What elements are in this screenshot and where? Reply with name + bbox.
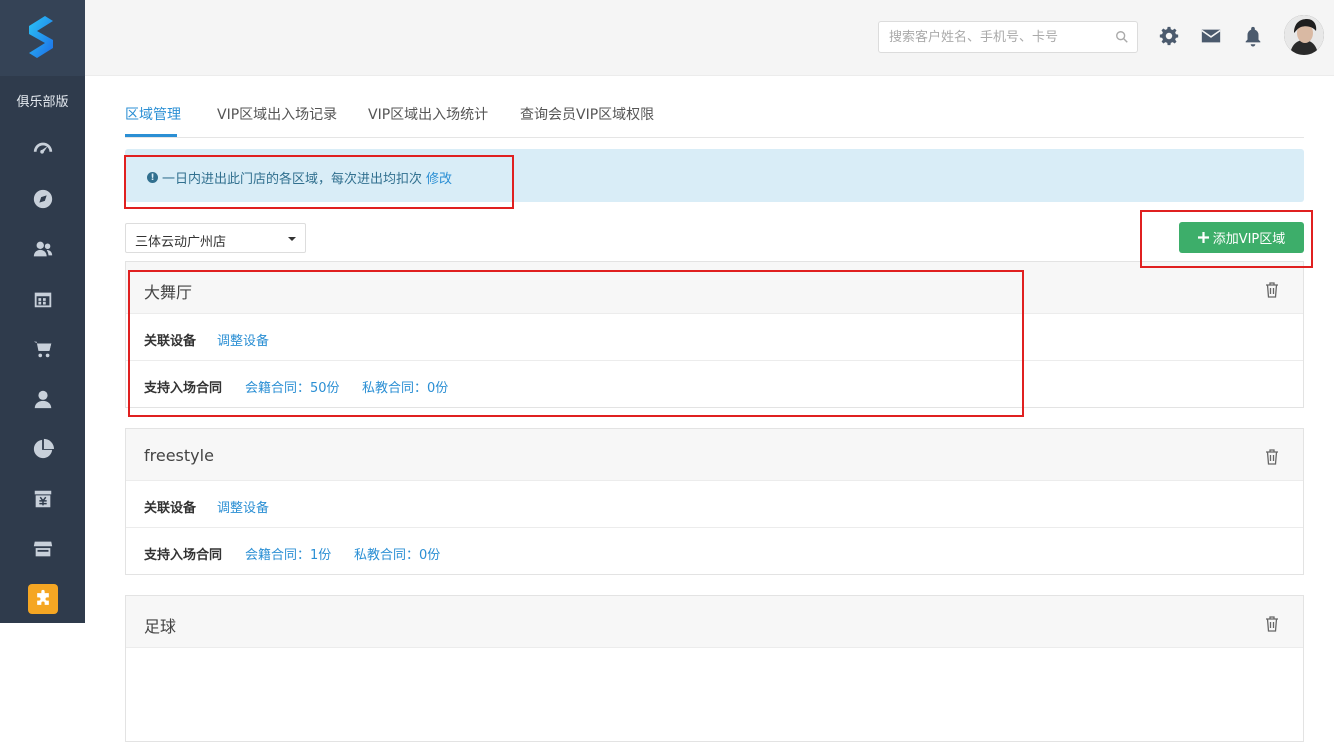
zone-contract-row: 支持入场合同 会籍合同：50份 私教合同：0份: [126, 361, 1303, 408]
main-content: 区域管理 VIP区域出入场记录 VIP区域出入场统计 查询会员VIP区域权限 !…: [125, 76, 1304, 742]
nav-finance[interactable]: [0, 474, 85, 524]
search-icon[interactable]: [1115, 30, 1129, 44]
cart-icon: [33, 341, 51, 358]
device-label: 关联设备: [144, 501, 197, 516]
contract-label: 支持入场合同: [144, 548, 223, 563]
notice-content: ! 一日内进出此门店的各区域，每次进出均扣次 修改: [147, 168, 452, 187]
tab-member-vip-permissions[interactable]: 查询会员VIP区域权限: [520, 104, 654, 124]
nav-store[interactable]: [0, 524, 85, 574]
nav-shop[interactable]: [0, 324, 85, 374]
zone-card: 大舞厅 关联设备 调整设备 支持入场合同 会籍合同：50份 私教合同：0份: [125, 261, 1304, 408]
compass-icon: [33, 189, 52, 209]
search-input[interactable]: [879, 22, 1104, 52]
adjust-device-link[interactable]: 调整设备: [217, 330, 269, 349]
device-label: 关联设备: [144, 334, 197, 349]
customer-search[interactable]: [878, 21, 1138, 53]
chevron-down-icon: [288, 237, 296, 241]
active-tab-indicator: [125, 134, 177, 137]
zone-contract-row: 支持入场合同 会籍合同：1份 私教合同：0份: [126, 528, 1303, 575]
nav-dashboard[interactable]: [0, 124, 85, 174]
zone-card-header: freestyle: [126, 429, 1303, 481]
nav-reports[interactable]: [0, 424, 85, 474]
private-contract-link[interactable]: 私教合同：0份: [362, 377, 448, 396]
finance-icon: [34, 490, 51, 508]
app-logo[interactable]: [0, 0, 85, 76]
private-contract-link[interactable]: 私教合同：0份: [354, 544, 440, 563]
top-header: [85, 0, 1334, 76]
trash-icon[interactable]: [1265, 282, 1279, 298]
puzzle-icon: [36, 589, 49, 605]
contract-label: 支持入场合同: [144, 381, 223, 396]
tab-vip-access-stats[interactable]: VIP区域出入场统计: [368, 104, 488, 124]
members-icon: [33, 241, 52, 257]
notice-text: 一日内进出此门店的各区域，每次进出均扣次: [162, 172, 423, 187]
trash-icon[interactable]: [1265, 449, 1279, 465]
tab-zone-management[interactable]: 区域管理: [125, 104, 181, 124]
zone-name: 足球: [144, 617, 177, 636]
zone-card-header: 大舞厅: [126, 262, 1303, 314]
zone-name: 大舞厅: [144, 283, 193, 302]
sidebar: 俱乐部版: [0, 0, 85, 623]
mail-icon[interactable]: [1200, 25, 1222, 47]
plus-icon: [1197, 232, 1209, 243]
dashboard-icon: [33, 142, 52, 154]
adjust-device-link[interactable]: 调整设备: [217, 497, 269, 516]
logo-icon: [28, 16, 53, 58]
tab-bar: 区域管理 VIP区域出入场记录 VIP区域出入场统计 查询会员VIP区域权限: [125, 76, 1304, 138]
nav-members[interactable]: [0, 224, 85, 274]
membership-contract-link[interactable]: 会籍合同：1份: [245, 544, 331, 563]
store-icon: [33, 541, 52, 557]
nav-plugins-badge: [27, 584, 58, 614]
zone-card: freestyle 关联设备 调整设备 支持入场合同 会籍合同：1份 私教合同：…: [125, 428, 1304, 575]
tab-vip-access-records[interactable]: VIP区域出入场记录: [217, 104, 337, 124]
pie-chart-icon: [33, 438, 54, 459]
nav-plugins[interactable]: [0, 574, 85, 624]
club-edition-label: 俱乐部版: [16, 94, 69, 110]
nav-coach[interactable]: [0, 374, 85, 424]
coach-icon: [34, 390, 51, 409]
membership-contract-link[interactable]: 会籍合同：50份: [245, 377, 340, 396]
store-select-value: 三体云动广州店: [135, 235, 227, 250]
info-notice: ! 一日内进出此门店的各区域，每次进出均扣次 修改: [125, 149, 1304, 202]
avatar-image: [1284, 15, 1324, 55]
calendar-icon: [34, 292, 51, 308]
zone-card-header: 足球: [126, 596, 1303, 648]
add-vip-zone-button[interactable]: 添加VIP区域: [1179, 222, 1304, 253]
zone-device-row: 关联设备 调整设备: [126, 314, 1303, 361]
bell-icon[interactable]: [1242, 25, 1264, 47]
user-avatar[interactable]: [1284, 15, 1324, 55]
add-vip-zone-label: 添加VIP区域: [1212, 232, 1286, 247]
info-icon: !: [147, 172, 158, 183]
store-select[interactable]: 三体云动广州店: [125, 223, 306, 253]
trash-icon[interactable]: [1265, 616, 1279, 632]
nav-schedule[interactable]: [0, 274, 85, 324]
zone-card: 足球: [125, 595, 1304, 742]
nav-discover[interactable]: [0, 174, 85, 224]
zone-name: freestyle: [144, 446, 214, 465]
zone-device-row: 关联设备 调整设备: [126, 481, 1303, 528]
gear-icon[interactable]: [1158, 25, 1180, 47]
notice-edit-link[interactable]: 修改: [426, 168, 452, 187]
